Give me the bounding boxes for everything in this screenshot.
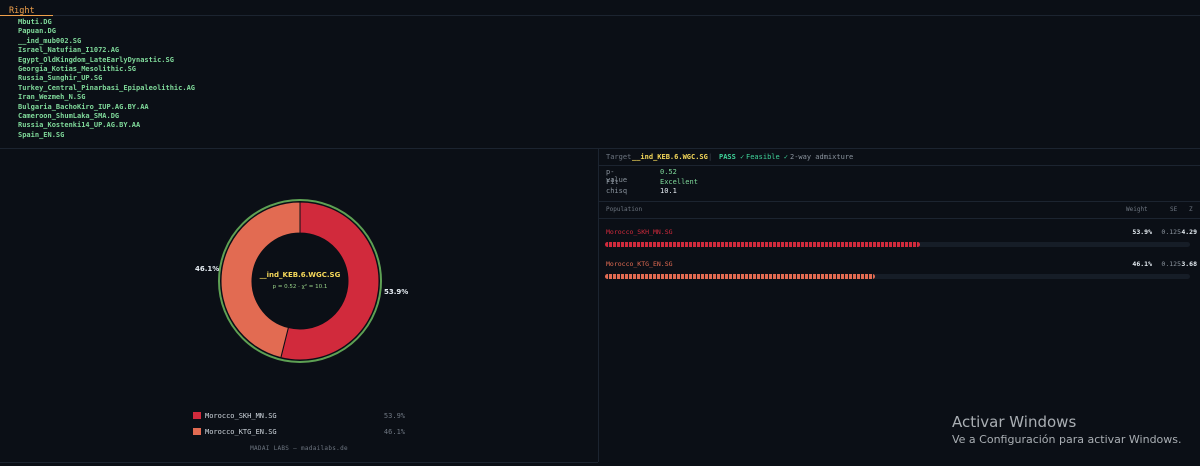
target-value: __ind_KEB.6.WGC.SG [632,153,708,161]
chart-panel: 46.1% 53.9% __ind_KEB.6.WGC.SG p = 0.52 … [0,148,599,462]
stat-label: Fit [606,177,619,186]
stats-divider [599,201,1200,202]
weight-bar-fill [605,242,921,247]
population-item: Mbuti.DG [18,18,52,26]
feasible-badge: Feasible ✓ [746,153,789,161]
weight-bar-track [605,242,1190,247]
donut-center-stats: p = 0.52 · χ² = 10.1 [272,284,328,290]
table-row[interactable]: Morocco_KTG_EN.SG 46.1% 0.125 3.68 [599,260,1200,290]
legend-item[interactable]: Morocco_SKH_MN.SG 53.9% [193,410,408,426]
population-item: Egypt_OldKingdom_LateEarlyDynastic.SG [18,55,174,64]
stat-value: Excellent [660,177,698,186]
admixture-type: 2-way admixture [790,153,854,161]
legend-label: Morocco_SKH_MN.SG [205,412,277,420]
legend-swatch [193,412,201,419]
tab-active-indicator [0,15,53,16]
population-item: Russia_Sunghir_UP.SG [18,74,103,83]
donut-hole [252,233,348,329]
column-z: Z [1189,206,1193,213]
table-divider [599,218,1200,219]
activation-watermark-subtitle: Ve a Configuración para activar Windows. [952,433,1182,446]
stat-label: chisq [606,187,628,195]
row-z: 4.29 [1181,228,1197,236]
slice-label-skh: 53.9% [384,288,409,296]
pass-badge: PASS ✓ [719,153,745,161]
legend-item[interactable]: Morocco_KTG_EN.SG 46.1% [193,426,408,442]
weight-bar-fill [605,274,875,279]
column-se: SE [1170,206,1178,213]
legend-label: Morocco_KTG_EN.SG [205,428,277,436]
slice-label-ktg: 46.1% [195,265,220,273]
population-item: Israel_Natufian_I1072.AG [18,46,120,55]
population-item: Papuan.DG [18,27,56,36]
stat-value: 10.1 [660,187,677,195]
population-item: __ind_mub002.SG [18,36,82,45]
table-row[interactable]: Morocco_SKH_MN.SG 53.9% 0.125 4.29 [599,228,1200,258]
panel-bottom-border [0,462,598,463]
population-item: Iran_Wezmeh_N.SG [18,93,86,102]
row-se: 0.125 [1161,228,1181,236]
row-weight: 53.9% [1132,228,1152,236]
header-separator: | [708,153,713,161]
population-item: Georgia_Kotias_Mesolithic.SG [18,64,137,73]
donut-center-title: __ind_KEB.6.WGC.SG [259,271,341,279]
population-item: Cameroon_ShumLaka_SMA.DG [18,111,120,120]
weight-bar-track [605,274,1190,279]
population-item: Spain_EN.SG [18,130,65,139]
population-item: Bulgaria_BachoKiro_IUP.AG.BY.AA [18,102,149,111]
row-population: Morocco_KTG_EN.SG [606,260,673,268]
column-weight: Weight [1126,206,1148,213]
weights-table-header: Population Weight SE Z [599,206,1200,218]
row-population: Morocco_SKH_MN.SG [606,228,673,236]
activation-watermark-title: Activar Windows [952,413,1077,431]
legend-value: 46.1% [383,428,405,436]
chart-legend: Morocco_SKH_MN.SG 53.9% Morocco_KTG_EN.S… [193,410,408,442]
population-item: Turkey_Central_Pinarbasi_Epipaleolithic.… [18,83,196,92]
footer-credit: MADAI LABS — madailabs.de [250,445,348,452]
target-label: Target [606,153,632,161]
legend-swatch [193,428,201,435]
column-population: Population [606,206,643,213]
result-header: Target __ind_KEB.6.WGC.SG | PASS ✓ Feasi… [599,148,1200,166]
stat-value: 0.52 [660,168,677,176]
row-weight: 46.1% [1132,260,1152,268]
right-population-list: Mbuti.DG Papuan.DG __ind_mub002.SG Israel_N… [18,18,195,140]
legend-value: 53.9% [383,412,405,420]
tab-divider [53,15,1200,16]
results-panel: Target __ind_KEB.6.WGC.SG | PASS ✓ Feasi… [599,148,1200,466]
right-populations-panel: Right Mbuti.DG Papuan.DG __ind_mub002.SG Is… [0,0,1200,149]
row-se: 0.125 [1161,260,1181,268]
row-z: 3.68 [1181,260,1197,268]
population-item: Russia_Kostenki14_UP.AG.BY.AA [18,121,141,130]
